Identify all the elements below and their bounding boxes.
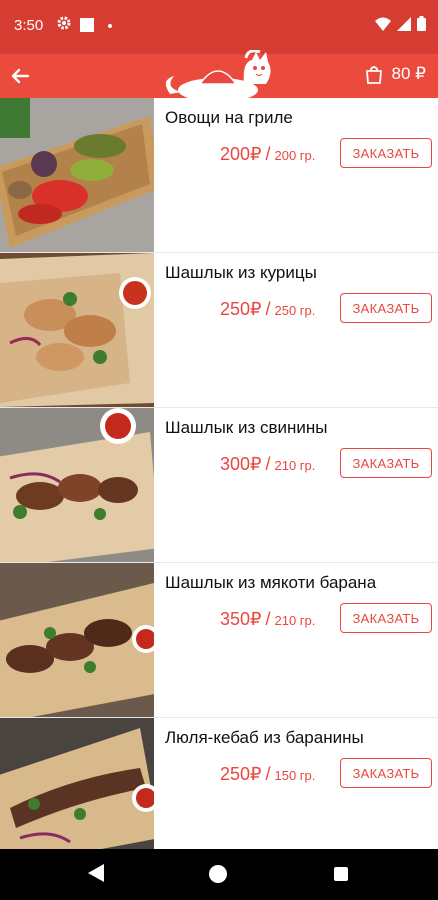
back-arrow-icon[interactable]: [6, 62, 34, 90]
order-button[interactable]: ЗАКАЗАТЬ: [340, 603, 432, 633]
dish-price: 300₽/210 гр.: [220, 454, 315, 475]
price-separator: /: [265, 609, 271, 629]
status-bar: 3:50: [0, 0, 438, 54]
dish-price: 250₽/150 гр.: [220, 764, 315, 785]
price-value: 200₽: [220, 144, 262, 164]
nav-recents-icon[interactable]: [334, 867, 348, 881]
nav-home-icon[interactable]: [209, 865, 227, 883]
dish-price: 250₽/250 гр.: [220, 299, 315, 320]
price-separator: /: [265, 144, 271, 164]
price-value: 250₽: [220, 764, 262, 784]
list-item: Люля-кебаб из баранины 250₽/150 гр. ЗАКА…: [0, 718, 438, 849]
list-item: Овощи на гриле 200₽/200 гр. ЗАКАЗАТЬ: [0, 98, 438, 253]
notification-dot-icon: [108, 24, 112, 28]
status-icons: [375, 16, 426, 31]
dish-name: Шашлык из курицы: [165, 263, 317, 282]
price-value: 350₽: [220, 609, 262, 629]
wifi-icon: [375, 17, 391, 31]
dish-photo-lamb-lula-kebab[interactable]: [0, 718, 154, 849]
menu-list[interactable]: Овощи на гриле 200₽/200 гр. ЗАКАЗАТЬ Шаш…: [0, 98, 438, 849]
price-separator: /: [265, 299, 271, 319]
cart-total: 80 ₽: [391, 64, 426, 83]
nav-back-icon[interactable]: [88, 864, 104, 887]
dish-photo-chicken-shashlik[interactable]: [0, 253, 154, 407]
dish-photo-pork-shashlik[interactable]: [0, 408, 154, 562]
price-separator: /: [265, 764, 271, 784]
status-time: 3:50: [14, 17, 44, 34]
dish-weight: 250 гр.: [274, 303, 316, 318]
dish-price: 200₽/200 гр.: [220, 144, 315, 165]
order-button[interactable]: ЗАКАЗАТЬ: [340, 758, 432, 788]
app-bar: 80 ₽: [0, 49, 438, 102]
dish-photo-lamb-shashlik[interactable]: [0, 563, 154, 717]
notification-square-icon: [80, 18, 94, 32]
battery-icon: [417, 16, 426, 31]
cart-bag-icon: [365, 66, 382, 84]
dish-name: Шашлык из свинины: [165, 418, 328, 437]
list-item: Шашлык из курицы 250₽/250 гр. ЗАКАЗАТЬ: [0, 253, 438, 408]
dish-price: 350₽/210 гр.: [220, 609, 315, 630]
list-item: Шашлык из мякоти барана 350₽/210 гр. ЗАК…: [0, 563, 438, 718]
dish-photo-grilled-vegetables[interactable]: [0, 98, 154, 252]
order-button[interactable]: ЗАКАЗАТЬ: [340, 448, 432, 478]
dish-weight: 200 гр.: [274, 148, 316, 163]
price-separator: /: [265, 454, 271, 474]
cat-chef-logo: [160, 49, 280, 102]
list-item: Шашлык из свинины 300₽/210 гр. ЗАКАЗАТЬ: [0, 408, 438, 563]
settings-gear-icon: [56, 15, 72, 36]
dish-name: Овощи на гриле: [165, 108, 293, 127]
order-button[interactable]: ЗАКАЗАТЬ: [340, 138, 432, 168]
price-value: 300₽: [220, 454, 262, 474]
order-button[interactable]: ЗАКАЗАТЬ: [340, 293, 432, 323]
system-nav-bar: [0, 849, 438, 900]
dish-weight: 210 гр.: [274, 613, 316, 628]
dish-name: Шашлык из мякоти барана: [165, 573, 377, 592]
cell-signal-icon: [397, 16, 411, 31]
price-value: 250₽: [220, 299, 262, 319]
dish-weight: 150 гр.: [274, 768, 316, 783]
dish-weight: 210 гр.: [274, 458, 316, 473]
cart-button[interactable]: 80 ₽: [364, 64, 426, 84]
dish-name: Люля-кебаб из баранины: [165, 728, 364, 747]
